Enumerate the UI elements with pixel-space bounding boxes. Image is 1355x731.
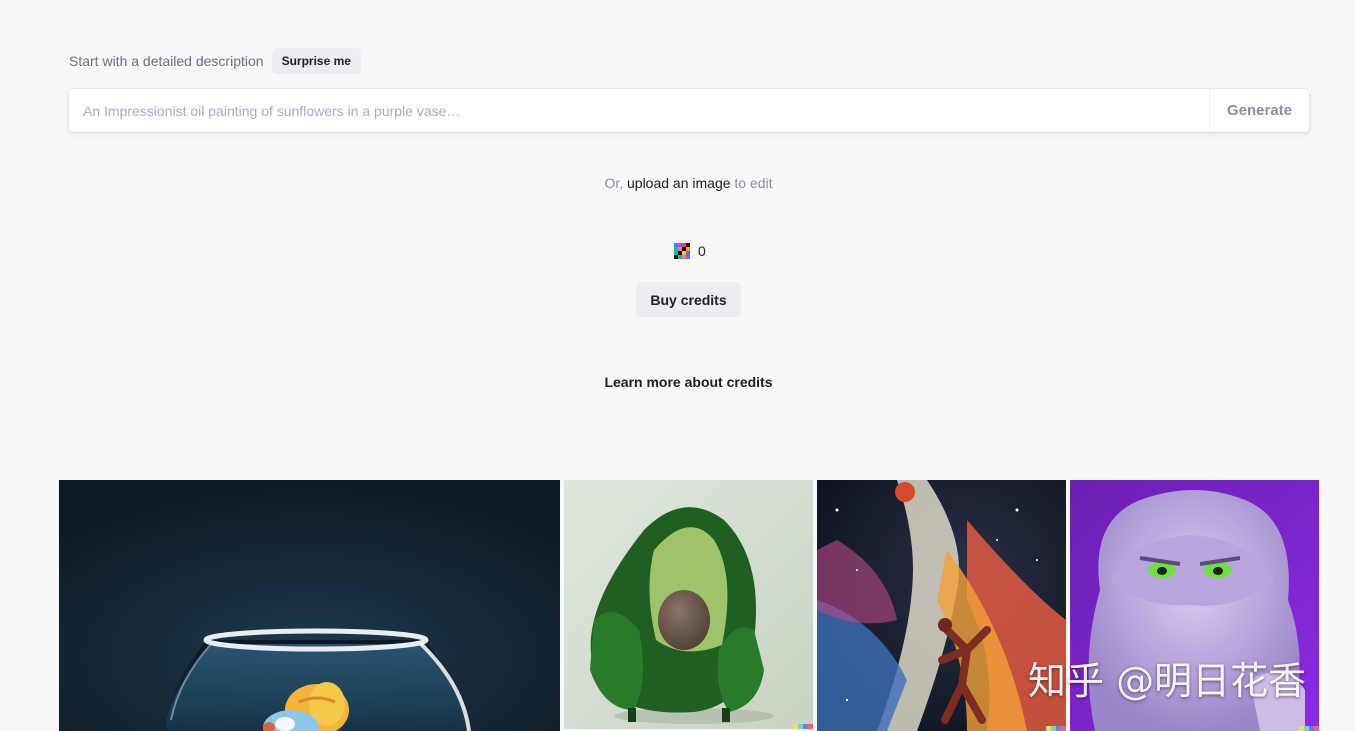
fishbowl-illustration [59, 480, 560, 731]
prompt-row: Start with a detailed description Surpri… [69, 48, 361, 74]
page: Start with a detailed description Surpri… [0, 0, 1355, 731]
upload-prefix: Or, [604, 175, 627, 191]
generate-button[interactable]: Generate [1209, 89, 1309, 132]
image-credit-badge [793, 724, 813, 729]
prompt-input[interactable] [69, 89, 1209, 132]
upload-line: Or, upload an image to edit [0, 175, 1355, 191]
prompt-search-box: Generate [69, 89, 1309, 132]
upload-image-link[interactable]: upload an image [627, 175, 731, 191]
upload-suffix: to edit [730, 175, 773, 191]
image-credit-badge [1046, 726, 1066, 731]
learn-more-credits-link[interactable]: Learn more about credits [0, 374, 1355, 390]
surprise-me-button[interactable]: Surprise me [271, 48, 361, 74]
fishbowl-image[interactable] [59, 480, 560, 731]
avocado-chair-illustration [564, 480, 813, 729]
prompt-label: Start with a detailed description [69, 53, 264, 69]
watermark: 知乎 @明日花香 [1028, 659, 1307, 703]
avocado-chair-image[interactable] [564, 480, 813, 729]
credits-count: 0 [698, 243, 706, 259]
credits-balance: 0 [674, 243, 706, 259]
image-credit-badge [1299, 726, 1319, 731]
buy-credits-button[interactable]: Buy credits [636, 282, 741, 317]
credits-pixel-icon [674, 243, 690, 259]
